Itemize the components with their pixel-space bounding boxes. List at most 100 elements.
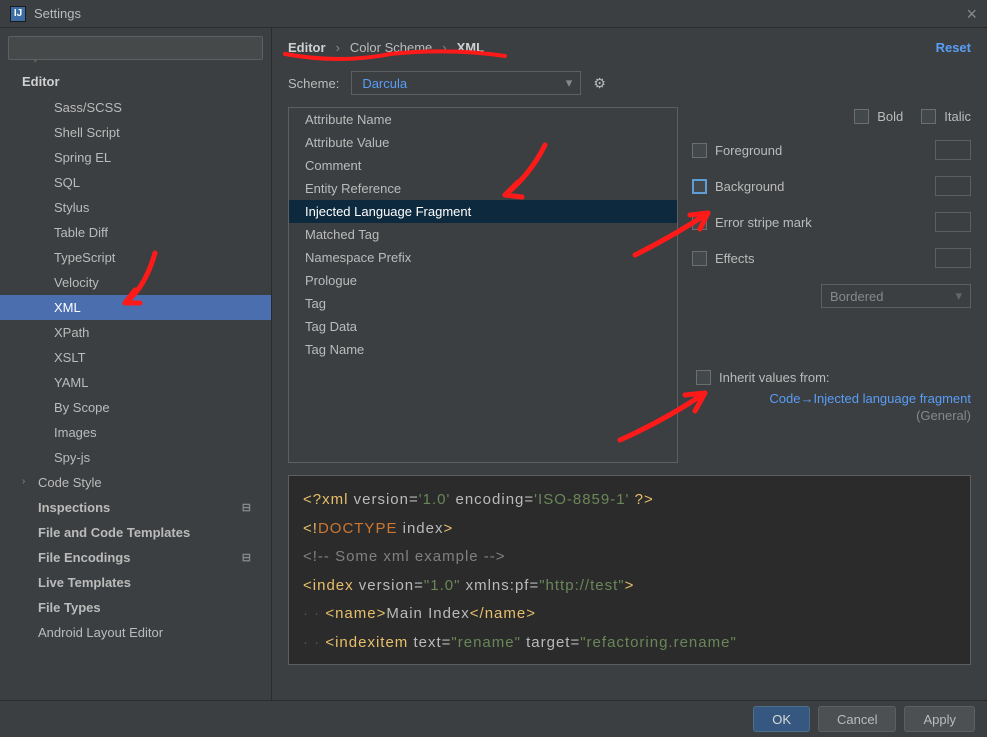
tree-section-editor: Editor <box>0 68 271 95</box>
effects-swatch[interactable] <box>935 248 971 268</box>
tree-item-label: XML <box>54 300 81 315</box>
options-panel: Bold Italic Foreground Background Error … <box>692 107 971 463</box>
tree-item-sass-scss[interactable]: Sass/SCSS <box>0 95 271 120</box>
tree-item-label: Live Templates <box>38 575 131 590</box>
search-input[interactable] <box>8 36 263 60</box>
tree-item-shell-script[interactable]: Shell Script <box>0 120 271 145</box>
attribute-item-namespace-prefix[interactable]: Namespace Prefix <box>289 246 677 269</box>
tree-item-xml[interactable]: XML <box>0 295 271 320</box>
code-preview: <?xml version='1.0' encoding='ISO-8859-1… <box>288 475 971 665</box>
attribute-item-tag-data[interactable]: Tag Data <box>289 315 677 338</box>
inherit-label: Inherit values from: <box>719 370 830 385</box>
error-stripe-checkbox[interactable]: Error stripe mark <box>692 215 812 230</box>
attribute-item-entity-reference[interactable]: Entity Reference <box>289 177 677 200</box>
foreground-swatch[interactable] <box>935 140 971 160</box>
ok-button[interactable]: OK <box>753 706 810 732</box>
tree-item-yaml[interactable]: YAML <box>0 370 271 395</box>
attribute-item-attribute-name[interactable]: Attribute Name <box>289 108 677 131</box>
tree-item-label: Sass/SCSS <box>54 100 122 115</box>
checkbox-icon <box>854 109 869 124</box>
tree-item-table-diff[interactable]: Table Diff <box>0 220 271 245</box>
checkbox-icon <box>692 251 707 266</box>
cancel-button[interactable]: Cancel <box>818 706 896 732</box>
error-stripe-swatch[interactable] <box>935 212 971 232</box>
tree-item-file-and-code-templates[interactable]: File and Code Templates <box>0 520 271 545</box>
scheme-value: Darcula <box>362 76 407 91</box>
close-icon[interactable]: × <box>966 5 977 23</box>
tree-item-label: YAML <box>54 375 88 390</box>
inherit-link[interactable]: Code→Injected language fragment <box>769 391 971 406</box>
tree-item-android-layout-editor[interactable]: Android Layout Editor <box>0 620 271 645</box>
tree-item-inspections[interactable]: Inspections⊟ <box>0 495 271 520</box>
scheme-label: Scheme: <box>288 76 339 91</box>
tree-item-label: Spy-js <box>54 450 90 465</box>
effects-type-dropdown[interactable]: Bordered <box>821 284 971 308</box>
chevron-right-icon: › <box>336 40 340 55</box>
tree-item-sql[interactable]: SQL <box>0 170 271 195</box>
background-swatch[interactable] <box>935 176 971 196</box>
tree-item-label: Table Diff <box>54 225 108 240</box>
checkbox-icon <box>692 179 707 194</box>
italic-checkbox[interactable]: Italic <box>921 109 971 124</box>
attribute-item-attribute-value[interactable]: Attribute Value <box>289 131 677 154</box>
tree-item-file-types[interactable]: File Types <box>0 595 271 620</box>
attribute-item-matched-tag[interactable]: Matched Tag <box>289 223 677 246</box>
tree-item-label: Code Style <box>38 475 102 490</box>
foreground-checkbox[interactable]: Foreground <box>692 143 782 158</box>
app-icon: IJ <box>10 6 26 22</box>
config-icon: ⊟ <box>242 501 251 514</box>
checkbox-icon <box>692 143 707 158</box>
background-checkbox[interactable]: Background <box>692 179 784 194</box>
inherit-sublabel: (General) <box>692 408 971 423</box>
tree-item-label: Velocity <box>54 275 99 290</box>
tree-item-velocity[interactable]: Velocity <box>0 270 271 295</box>
breadcrumb-color-scheme[interactable]: Color Scheme <box>350 40 432 55</box>
tree-item-label: XPath <box>54 325 89 340</box>
config-icon: ⊟ <box>242 551 251 564</box>
tree-item-spring-el[interactable]: Spring EL <box>0 145 271 170</box>
checkbox-icon <box>921 109 936 124</box>
tree-item-label: File Types <box>38 600 101 615</box>
attribute-item-prologue[interactable]: Prologue <box>289 269 677 292</box>
tree-item-label: File Encodings <box>38 550 130 565</box>
breadcrumb: Editor › Color Scheme › XML Reset <box>288 40 971 55</box>
tree-item-spy-js[interactable]: Spy-js <box>0 445 271 470</box>
attribute-list[interactable]: Attribute NameAttribute ValueCommentEnti… <box>288 107 678 463</box>
chevron-right-icon: › <box>22 476 25 487</box>
inherit-checkbox[interactable] <box>696 370 711 385</box>
tree-item-label: Spring EL <box>54 150 111 165</box>
tree-item-code-style[interactable]: › Code Style <box>0 470 271 495</box>
reset-link[interactable]: Reset <box>936 40 971 55</box>
attribute-item-tag-name[interactable]: Tag Name <box>289 338 677 361</box>
window-title: Settings <box>34 6 81 21</box>
tree-item-label: Images <box>54 425 97 440</box>
tree-item-images[interactable]: Images <box>0 420 271 445</box>
bold-checkbox[interactable]: Bold <box>854 109 903 124</box>
tree-item-label: XSLT <box>54 350 86 365</box>
tree-item-stylus[interactable]: Stylus <box>0 195 271 220</box>
tree-item-label: File and Code Templates <box>38 525 190 540</box>
settings-sidebar: 🔍 Editor Sass/SCSSShell ScriptSpring ELS… <box>0 28 272 700</box>
chevron-right-icon: › <box>442 40 446 55</box>
gear-icon[interactable]: ⚙ <box>593 75 606 92</box>
attribute-item-injected-language-fragment[interactable]: Injected Language Fragment <box>289 200 677 223</box>
attribute-item-tag[interactable]: Tag <box>289 292 677 315</box>
apply-button[interactable]: Apply <box>904 706 975 732</box>
effects-checkbox[interactable]: Effects <box>692 251 755 266</box>
tree-item-typescript[interactable]: TypeScript <box>0 245 271 270</box>
tree-item-live-templates[interactable]: Live Templates <box>0 570 271 595</box>
settings-tree[interactable]: Editor Sass/SCSS Shell Script Spring EL SQL… <box>0 68 271 700</box>
breadcrumb-editor[interactable]: Editor <box>288 40 326 55</box>
attribute-item-comment[interactable]: Comment <box>289 154 677 177</box>
tree-item-xpath[interactable]: XPath <box>0 320 271 345</box>
tree-item-label: Android Layout Editor <box>38 625 163 640</box>
tree-item-file-encodings[interactable]: File Encodings ⊟ <box>0 545 271 570</box>
tree-item-by-scope[interactable]: By Scope <box>0 395 271 420</box>
scheme-dropdown[interactable]: Darcula <box>351 71 581 95</box>
breadcrumb-xml: XML <box>457 40 484 55</box>
tree-item-label: TypeScript <box>54 250 115 265</box>
checkbox-icon <box>692 215 707 230</box>
tree-item-xslt[interactable]: XSLT <box>0 345 271 370</box>
tree-item-label: Stylus <box>54 200 89 215</box>
tree-item-label: SQL <box>54 175 80 190</box>
